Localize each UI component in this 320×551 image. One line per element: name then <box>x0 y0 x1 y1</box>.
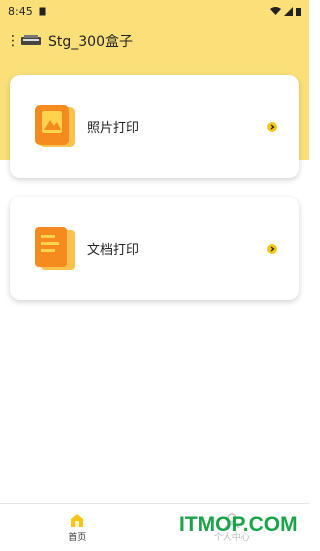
signal-icon <box>284 6 293 16</box>
document-print-card[interactable]: 文档打印 <box>10 197 299 300</box>
notification-icon <box>39 7 46 15</box>
nav-home-label: 首页 <box>68 532 87 543</box>
document-icon <box>35 226 75 270</box>
document-print-label: 文档打印 <box>87 243 140 258</box>
chevron-right-icon <box>267 121 277 132</box>
chevron-right-icon <box>267 243 277 254</box>
status-bar: 8:45 <box>0 0 309 22</box>
nav-home[interactable]: 首页 <box>0 504 155 551</box>
wifi-icon <box>270 6 281 15</box>
toolbar: ⋮ Stg_300盒子 <box>0 28 309 54</box>
device-title[interactable]: Stg_300盒子 <box>48 31 133 51</box>
photo-print-card[interactable]: 照片打印 <box>10 75 299 178</box>
photo-icon <box>35 104 75 147</box>
status-time: 8:45 <box>8 4 33 18</box>
photo-print-label: 照片打印 <box>87 121 140 136</box>
printer-icon <box>21 35 41 45</box>
watermark: ITMOP.COM <box>179 513 298 536</box>
more-menu-icon[interactable]: ⋮ <box>6 34 20 48</box>
home-icon <box>71 513 84 527</box>
battery-icon <box>296 7 301 16</box>
